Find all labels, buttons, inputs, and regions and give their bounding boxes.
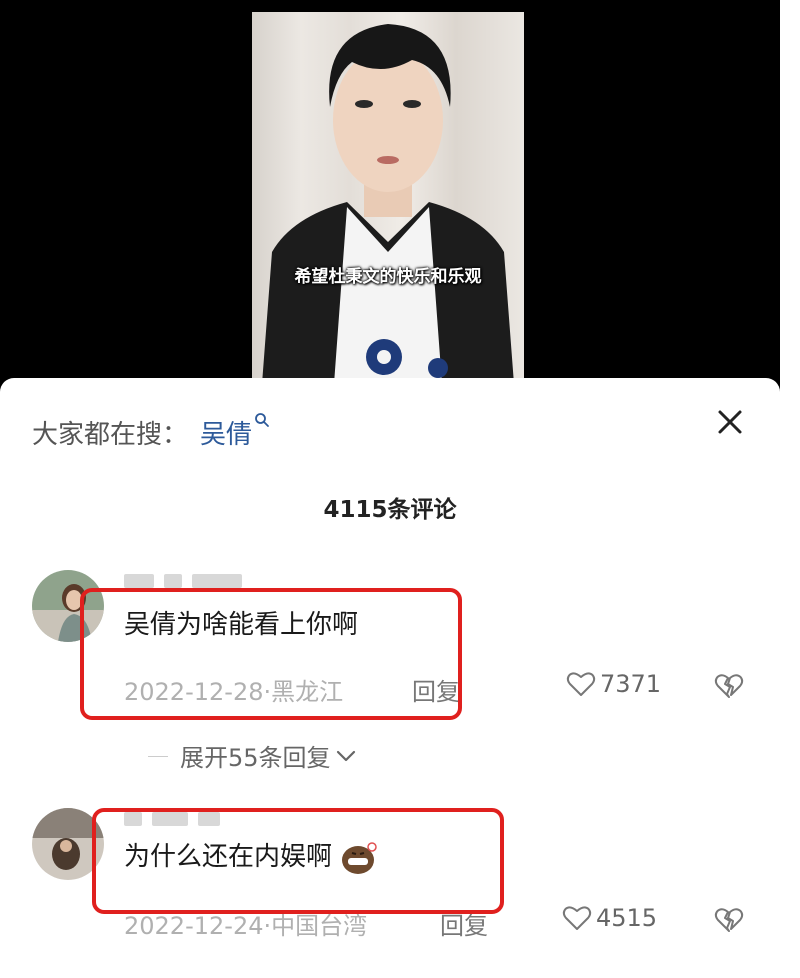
expand-replies-label: 展开55条回复 [180,744,331,772]
broken-heart-icon[interactable] [714,906,744,934]
comment-sheet: 大家都在搜： 吴倩 4115条评论 吴倩为啥能看上你啊 2022-12-28·黑… [0,378,780,978]
video-player[interactable]: 希望杜秉文的快乐和乐观 [0,0,780,400]
close-icon[interactable] [712,404,748,440]
heart-icon [562,906,592,930]
highlight-box [92,808,504,914]
divider [148,756,168,757]
comment-date: 2022-12-24 [124,912,264,940]
broken-heart-icon[interactable] [714,672,744,700]
like-button[interactable]: 4515 [562,904,657,932]
search-icon [255,413,269,427]
highlight-box [80,588,462,720]
expand-replies[interactable]: 展开55条回复 [180,738,357,773]
username-blurred [124,574,242,588]
comment-location: 中国台湾 [271,912,368,940]
like-count: 7371 [600,670,662,698]
search-hint-label: 大家都在搜： [32,420,189,450]
person-image [262,24,514,384]
search-term-link[interactable]: 吴倩 [200,413,270,451]
chevron-down-icon [336,750,355,761]
video-frame: 希望杜秉文的快乐和乐观 [252,12,524,384]
like-button[interactable]: 7371 [566,670,661,698]
like-count: 4515 [596,904,658,932]
heart-icon [566,672,596,696]
video-subtitle: 希望杜秉文的快乐和乐观 [294,267,482,287]
search-suggestion: 大家都在搜： 吴倩 [32,413,270,451]
search-term-text: 吴倩 [200,420,253,450]
comment-count: 4115条评论 [323,497,457,523]
